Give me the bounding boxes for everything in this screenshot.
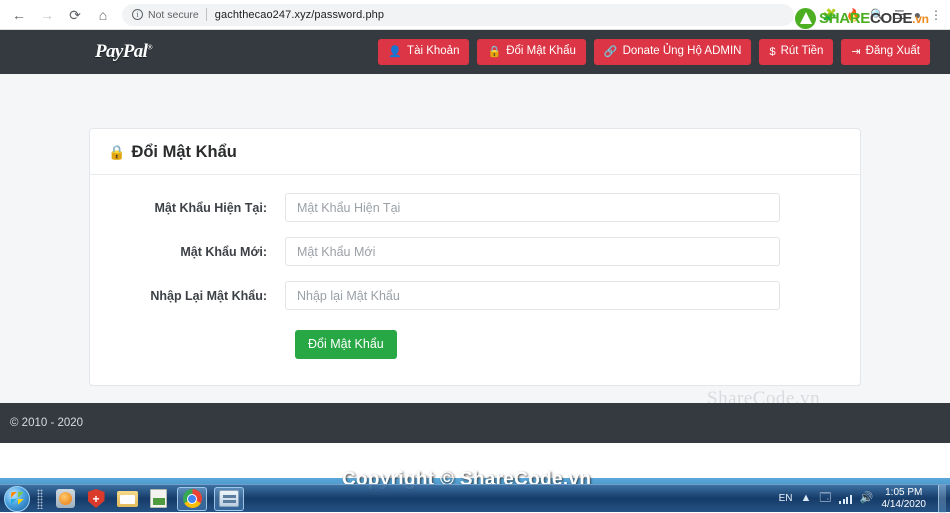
browser-toolbar-icons: ☆ 🧩 🔥 🔍 ☰ ● ⋮ [802, 9, 950, 21]
form-row-current-password: Mật Khẩu Hiện Tại: [90, 193, 860, 222]
taskbar-file-explorer-icon[interactable] [115, 488, 139, 510]
tray-expand-arrow-icon[interactable]: ▲ [800, 493, 811, 504]
chrome-menu-icon[interactable]: ⋮ [930, 9, 942, 21]
address-bar[interactable]: i Not secure gachthecao247.xyz/password.… [122, 3, 795, 26]
nav-label-donate: Donate Ủng Hộ ADMIN [622, 45, 742, 58]
dollar-icon: $ [769, 45, 776, 58]
nav-button-donate[interactable]: 🔗 Donate Ủng Hộ ADMIN [593, 39, 752, 65]
search-icon[interactable]: 🔍 [870, 9, 885, 21]
taskbar-google-chrome-icon[interactable] [177, 486, 207, 511]
footer-copyright: © 2010 - 2020 [10, 417, 84, 429]
lock-icon: 🔒 [487, 45, 502, 58]
taskbar-media-player-icon[interactable] [53, 488, 77, 510]
tray-language-indicator[interactable]: EN [779, 493, 793, 504]
nav-label-change-password: Đổi Mật Khẩu [506, 45, 576, 58]
extension-icon-1[interactable]: 🧩 [822, 9, 837, 21]
new-password-input[interactable] [285, 237, 780, 266]
brand-registered-mark: ® [147, 43, 152, 52]
system-tray: EN ▲ 🗔 🔊 1:05 PM 4/14/2020 [779, 484, 950, 513]
omnibox-divider [205, 8, 207, 21]
paypal-logo[interactable]: PayPal® [95, 41, 215, 63]
change-password-submit-button[interactable]: Đổi Mật Khẩu [295, 330, 397, 359]
browser-nav-buttons: ← → ⟳ ⌂ [0, 2, 116, 28]
info-icon[interactable]: i [132, 9, 143, 20]
nav-button-change-password[interactable]: 🔒 Đổi Mật Khẩu [477, 39, 586, 65]
confirm-password-input[interactable] [285, 281, 780, 310]
clock-date: 4/14/2020 [881, 498, 927, 510]
navbar-actions: 👤 Tài Khoản 🔒 Đổi Mật Khẩu 🔗 Donate Ủng … [378, 39, 930, 65]
current-password-input[interactable] [285, 193, 780, 222]
page-title: 🔒 Đổi Mật Khẩu [108, 143, 842, 162]
card-title-text: Đổi Mật Khẩu [131, 143, 237, 161]
nav-button-account[interactable]: 👤 Tài Khoản [378, 39, 470, 65]
windows-taskbar: + EN ▲ 🗔 🔊 1:05 PM 4/14/2020 [0, 484, 950, 513]
tray-action-center-icon[interactable]: 🗔 [819, 493, 831, 504]
url-text: gachthecao247.xyz/password.php [214, 8, 385, 21]
nav-label-logout: Đăng Xuất [865, 45, 920, 58]
back-icon[interactable]: ← [6, 2, 32, 28]
browser-chrome: ← → ⟳ ⌂ i Not secure gachthecao247.xyz/p… [0, 0, 950, 30]
taskbar-notepad-icon[interactable] [146, 488, 170, 510]
taskbar-control-panel-icon[interactable] [214, 486, 244, 511]
form-row-confirm-password: Nhập Lại Mật Khẩu: [90, 281, 860, 310]
taskbar-items: + [53, 486, 244, 511]
taskbar-grip [37, 488, 43, 509]
site-footer: © 2010 - 2020 [0, 403, 950, 443]
security-status-label: Not secure [148, 8, 199, 21]
form-actions: Đổi Mật Khẩu [90, 330, 860, 359]
card-header: 🔒 Đổi Mật Khẩu [90, 129, 860, 175]
site-navbar: PayPal® 👤 Tài Khoản 🔒 Đổi Mật Khẩu 🔗 Don… [0, 30, 950, 74]
label-current-password: Mật Khẩu Hiện Tại: [154, 200, 267, 215]
tray-volume-icon[interactable]: 🔊 [860, 493, 874, 504]
taskbar-antivirus-shield-icon[interactable]: + [84, 488, 108, 510]
nav-label-withdraw: Rút Tiền [780, 45, 824, 58]
nav-button-withdraw[interactable]: $ Rút Tiền [759, 39, 834, 65]
label-new-password: Mật Khẩu Mới: [180, 244, 267, 259]
show-desktop-button[interactable] [938, 484, 946, 513]
start-button[interactable] [4, 485, 30, 512]
clock-time: 1:05 PM [885, 486, 923, 498]
bookmark-star-icon[interactable]: ☆ [802, 9, 813, 21]
brand-text: PayPal [95, 41, 148, 62]
profile-avatar-icon[interactable]: ● [914, 9, 921, 21]
nav-label-account: Tài Khoản [407, 45, 460, 58]
home-icon[interactable]: ⌂ [90, 2, 116, 28]
form-row-new-password: Mật Khẩu Mới: [90, 237, 860, 266]
user-icon: 👤 [388, 45, 403, 58]
page-viewport: PayPal® 👤 Tài Khoản 🔒 Đổi Mật Khẩu 🔗 Don… [0, 30, 950, 478]
change-password-card: 🔒 Đổi Mật Khẩu Mật Khẩu Hiện Tại: Mật Kh… [89, 128, 861, 386]
tray-network-icon[interactable] [839, 494, 852, 504]
link-icon: 🔗 [603, 45, 618, 58]
nav-button-logout[interactable]: ⇥ Đăng Xuất [841, 39, 930, 65]
extension-icon-2[interactable]: 🔥 [846, 9, 861, 21]
lock-icon: 🔒 [108, 144, 126, 160]
forward-icon[interactable]: → [34, 2, 60, 28]
sign-out-icon: ⇥ [851, 45, 861, 58]
card-body: Mật Khẩu Hiện Tại: Mật Khẩu Mới: Nhập Lạ… [90, 175, 860, 385]
label-confirm-password: Nhập Lại Mật Khẩu: [150, 288, 267, 303]
taskbar-clock[interactable]: 1:05 PM 4/14/2020 [882, 487, 927, 511]
reading-list-icon[interactable]: ☰ [894, 9, 905, 21]
reload-icon[interactable]: ⟳ [62, 2, 88, 28]
